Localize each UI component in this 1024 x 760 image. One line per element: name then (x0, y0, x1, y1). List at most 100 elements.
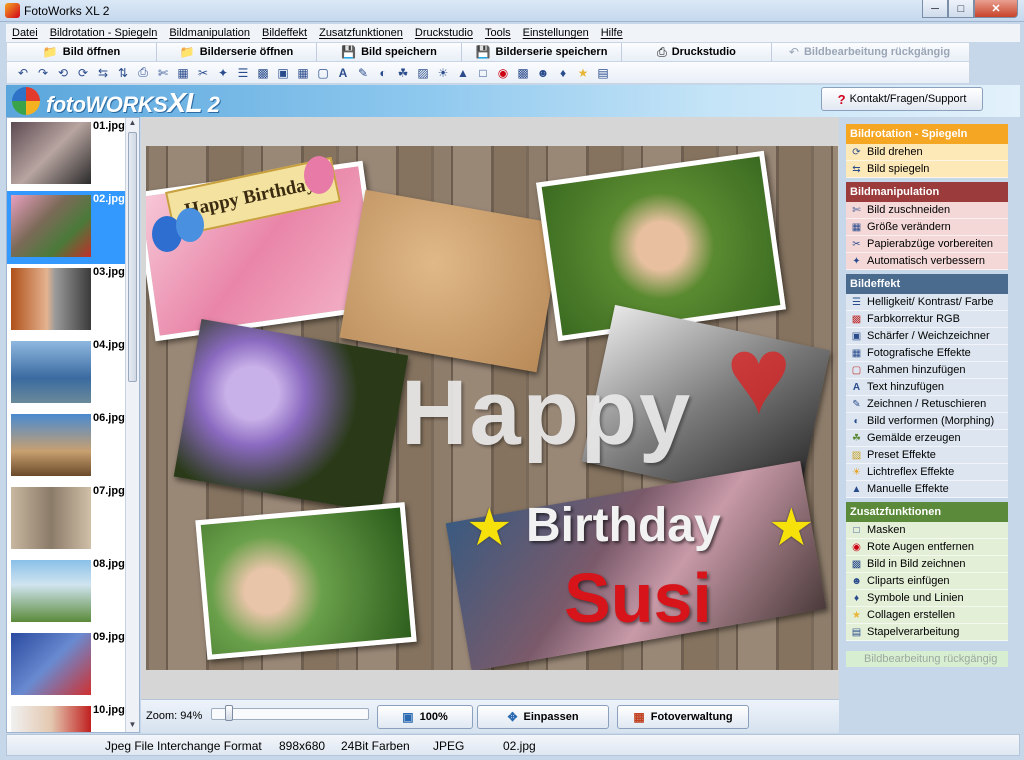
panel-item-preset[interactable]: ▨ Preset Effekte (846, 447, 1008, 464)
menu-hilfe[interactable]: Hilfe (595, 27, 629, 39)
panel-item-masks[interactable]: □ Masken (846, 522, 1008, 539)
thumbnail-item[interactable]: 06.jpg (7, 410, 127, 483)
panel-item-symbols[interactable]: ♦ Symbole und Linien (846, 590, 1008, 607)
photo-manager-button[interactable]: ▦ Fotoverwaltung (617, 705, 749, 729)
panel-item-cliparts[interactable]: ☻ Cliparts einfügen (846, 573, 1008, 590)
zoom-100-button[interactable]: ▣ 100% (377, 705, 473, 729)
panel-item-pip[interactable]: ▩ Bild in Bild zeichnen (846, 556, 1008, 573)
undo-button[interactable]: ↶ Bildbearbeitung rückgängig (772, 43, 967, 61)
save-series-button[interactable]: 💾 Bilderserie speichern (462, 43, 622, 61)
morph-icon[interactable]: ◐ (375, 65, 391, 81)
panel-item-morph[interactable]: ◐ Bild verformen (Morphing) (846, 413, 1008, 430)
panel-item-painting[interactable]: ☘ Gemälde erzeugen (846, 430, 1008, 447)
manual-effects-icon[interactable]: ▲ (455, 65, 471, 81)
panel-item-manual[interactable]: ▲ Manuelle Effekte (846, 481, 1008, 498)
section-header-manipulation[interactable]: Bildmanipulation (846, 182, 1008, 202)
panel-item-auto-enhance[interactable]: ✦ Automatisch verbessern (846, 253, 1008, 270)
thumbnail-scrollbar[interactable]: ▲ ▼ (125, 118, 139, 732)
panel-item-brightness[interactable]: ☰ Helligkeit/ Kontrast/ Farbe (846, 294, 1008, 311)
levels-icon[interactable]: ☰ (235, 65, 251, 81)
symbols-icon[interactable]: ♦ (555, 65, 571, 81)
panel-undo-button[interactable]: Bildbearbeitung rückgängig (846, 651, 1008, 667)
flip-horizontal-icon[interactable]: ⇆ (95, 65, 111, 81)
panel-item-draw[interactable]: ✎ Zeichnen / Retuschieren (846, 396, 1008, 413)
menu-tools[interactable]: Tools (479, 27, 517, 39)
batch-icon[interactable]: ▤ (595, 65, 611, 81)
paint-icon[interactable]: ☘ (395, 65, 411, 81)
minimize-button[interactable]: ─ (922, 0, 948, 18)
rotate-right-icon[interactable]: ↷ (35, 65, 51, 81)
thumbnail-item[interactable]: 09.jpg (7, 629, 127, 702)
menu-bildrotation[interactable]: Bildrotation - Spiegeln (44, 27, 164, 39)
open-series-button[interactable]: 📁 Bilderserie öffnen (157, 43, 317, 61)
panel-item-sharpen[interactable]: ▣ Schärfer / Weichzeichner (846, 328, 1008, 345)
menu-bildeffekt[interactable]: Bildeffekt (256, 27, 313, 39)
fit-button[interactable]: ✥ Einpassen (477, 705, 609, 729)
text-icon[interactable]: A (335, 65, 351, 81)
sharpen-icon[interactable]: ▣ (275, 65, 291, 81)
panel-item-frames[interactable]: ▢ Rahmen hinzufügen (846, 362, 1008, 379)
scroll-down-icon[interactable]: ▼ (126, 720, 139, 732)
section-header-rotation[interactable]: Bildrotation - Spiegeln (846, 124, 1008, 144)
support-button[interactable]: ? Kontakt/Fragen/Support (821, 87, 983, 111)
cut-icon[interactable]: ✂ (195, 65, 211, 81)
resize-icon[interactable]: ▦ (175, 65, 191, 81)
menu-datei[interactable]: Datei (6, 27, 44, 39)
panel-item-mirror[interactable]: ⇆ Bild spiegeln (846, 161, 1008, 178)
panel-item-rotate[interactable]: ⟳ Bild drehen (846, 144, 1008, 161)
rotate-left-icon[interactable]: ↶ (15, 65, 31, 81)
panel-item-batch[interactable]: ▤ Stapelverarbeitung (846, 624, 1008, 641)
thumbnail-item[interactable]: 08.jpg (7, 556, 127, 629)
folder-icon: 📁 (42, 45, 58, 59)
mask-icon[interactable]: □ (475, 65, 491, 81)
menu-druckstudio[interactable]: Druckstudio (409, 27, 479, 39)
print-icon[interactable]: ⎙ (135, 65, 151, 81)
panel-item-text[interactable]: A Text hinzufügen (846, 379, 1008, 396)
red-eye-icon[interactable]: ◉ (495, 65, 511, 81)
panel-item-prints[interactable]: ✂ Papierabzüge vorbereiten (846, 236, 1008, 253)
light-icon[interactable]: ☀ (435, 65, 451, 81)
panel-item-light[interactable]: ☀ Lichtreflex Effekte (846, 464, 1008, 481)
print-studio-button[interactable]: ⎙ Druckstudio (622, 43, 772, 61)
thumbnail-item[interactable]: 04.jpg (7, 337, 127, 410)
close-button[interactable]: ✕ (974, 0, 1018, 18)
frame-icon[interactable]: ▢ (315, 65, 331, 81)
scrollbar-thumb[interactable] (128, 132, 137, 382)
zoom-slider[interactable] (211, 708, 369, 720)
effects-icon[interactable]: ▦ (295, 65, 311, 81)
save-image-button[interactable]: 💾 Bild speichern (317, 43, 462, 61)
clipart-icon[interactable]: ☻ (535, 65, 551, 81)
thumbnail-item[interactable]: 03.jpg (7, 264, 127, 337)
section-header-extras[interactable]: Zusatzfunktionen (846, 502, 1008, 522)
star-icon[interactable]: ★ (575, 65, 591, 81)
panel-item-red-eye[interactable]: ◉ Rote Augen entfernen (846, 539, 1008, 556)
thumbnail-item[interactable]: 10.jpg (7, 702, 127, 732)
scroll-up-icon[interactable]: ▲ (126, 118, 139, 130)
picture-in-picture-icon[interactable]: ▩ (515, 65, 531, 81)
section-header-effects[interactable]: Bildeffekt (846, 274, 1008, 294)
rotate-cw-icon[interactable]: ⟳ (75, 65, 91, 81)
panel-item-crop[interactable]: ✄ Bild zuschneiden (846, 202, 1008, 219)
rotate-ccw-icon[interactable]: ⟲ (55, 65, 71, 81)
preset-icon[interactable]: ▨ (415, 65, 431, 81)
panel-item-resize[interactable]: ▦ Größe verändern (846, 219, 1008, 236)
menu-einstellungen[interactable]: Einstellungen (517, 27, 595, 39)
panel-item-collage[interactable]: ★ Collagen erstellen (846, 607, 1008, 624)
rgb-icon[interactable]: ▩ (255, 65, 271, 81)
menu-zusatzfunktionen[interactable]: Zusatzfunktionen (313, 27, 409, 39)
draw-icon[interactable]: ✎ (355, 65, 371, 81)
thumbnail-item[interactable]: 07.jpg (7, 483, 127, 556)
flip-vertical-icon[interactable]: ⇅ (115, 65, 131, 81)
maximize-button[interactable]: □ (948, 0, 974, 18)
main-image[interactable]: Happy Birthday! ♥ Happy ★ Birthday ★ Sus… (146, 146, 838, 670)
wand-icon[interactable]: ✦ (215, 65, 231, 81)
thumbnail-item[interactable]: 01.jpg (7, 118, 127, 191)
zoom-slider-handle[interactable] (225, 705, 233, 721)
menu-bildmanipulation[interactable]: Bildmanipulation (163, 27, 256, 39)
crop-icon[interactable]: ✄ (155, 65, 171, 81)
panel-item-photo-effects[interactable]: ▦ Fotografische Effekte (846, 345, 1008, 362)
thumbnail-list[interactable]: 01.jpg 02.jpg 03.jpg 04.jpg 06.jpg 07.jp… (6, 117, 140, 733)
panel-item-rgb[interactable]: ▩ Farbkorrektur RGB (846, 311, 1008, 328)
open-image-button[interactable]: 📁 Bild öffnen (7, 43, 157, 61)
thumbnail-item-selected[interactable]: 02.jpg (7, 191, 127, 264)
